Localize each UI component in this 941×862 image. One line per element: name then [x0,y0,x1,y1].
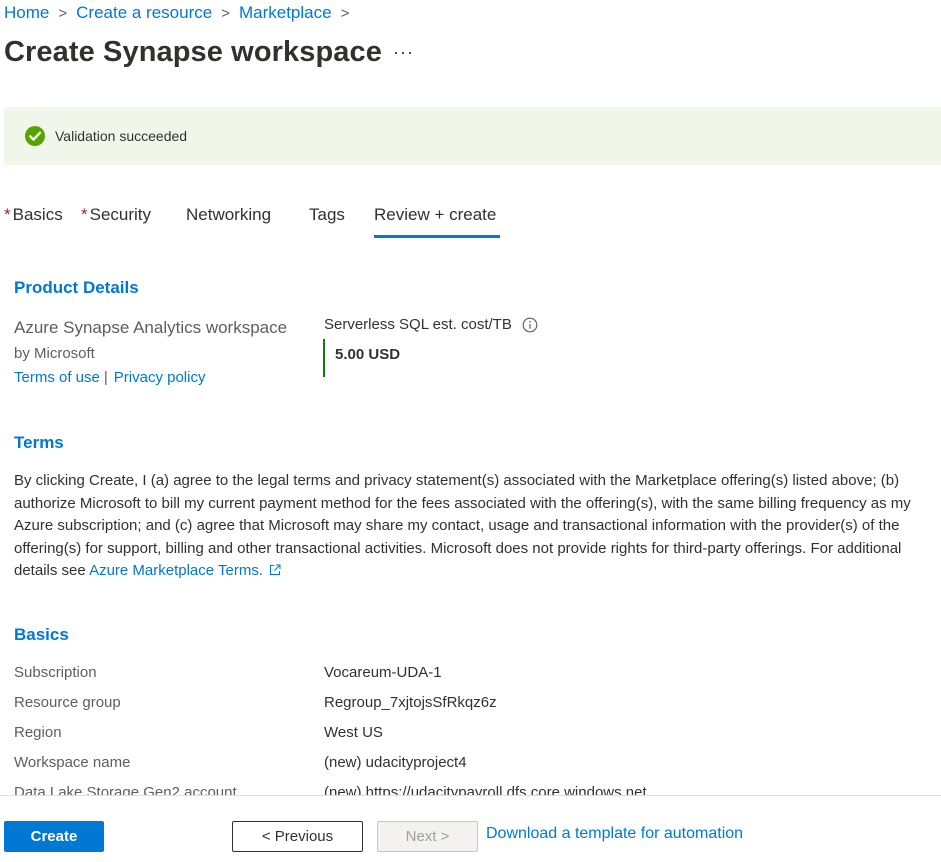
tab-security[interactable]: * Security [81,205,151,225]
tab-basics[interactable]: * Basics [4,205,63,225]
active-tab-indicator [374,235,500,238]
download-template-link[interactable]: Download a template for automation [486,825,743,843]
page-title: Create Synapse workspace [4,36,382,68]
summary-label: Region [14,724,62,741]
tab-label: Networking [186,205,272,224]
cost-accent-bar [323,339,325,377]
validation-banner: Validation succeeded [4,107,941,165]
terms-text: By clicking Create, I (a) agree to the l… [14,470,920,583]
section-title-terms: Terms [14,433,64,452]
summary-value: (new) https://udacitypayroll.dfs.core.wi… [324,784,647,795]
product-publisher: by Microsoft [14,345,95,362]
more-options-button[interactable]: ··· [393,42,414,63]
link-separator: | [103,369,108,386]
cost-label: Serverless SQL est. cost/TB [324,316,538,333]
section-title-product-details: Product Details [14,278,139,297]
summary-label: Data Lake Storage Gen2 account [14,784,237,795]
breadcrumb-create-resource[interactable]: Create a resource [76,3,212,23]
previous-button[interactable]: < Previous [232,821,363,852]
summary-label: Workspace name [14,754,131,771]
product-name: Azure Synapse Analytics workspace [14,318,288,337]
product-links: Terms of use | Privacy policy [14,369,205,386]
breadcrumb-home[interactable]: Home [4,3,49,23]
terms-of-use-link[interactable]: Terms of use [14,369,100,386]
required-marker: * [4,205,11,224]
tab-tags[interactable]: Tags [309,205,345,225]
tab-label: Review + create [374,205,497,224]
breadcrumb-marketplace[interactable]: Marketplace [239,3,332,23]
cost-label-text: Serverless SQL est. cost/TB [324,316,512,333]
summary-value: (new) udacityproject4 [324,754,467,771]
check-circle-icon [25,126,45,146]
required-marker: * [81,205,88,224]
info-icon[interactable] [522,317,538,333]
summary-value: Vocareum-UDA-1 [324,664,442,681]
cost-value: 5.00 USD [335,346,401,363]
chevron-right-icon: > [340,4,350,22]
breadcrumb: Home > Create a resource > Marketplace > [4,3,358,23]
section-title-basics: Basics [14,625,69,644]
validation-message: Validation succeeded [55,128,188,144]
summary-label: Resource group [14,694,121,711]
tab-label: Tags [309,205,345,224]
marketplace-terms-link[interactable]: Azure Marketplace Terms. [89,562,263,579]
basics-summary: Subscription Vocareum-UDA-1 Resource gro… [0,650,941,795]
external-link-icon [270,564,281,576]
summary-label: Subscription [14,664,97,681]
tab-label: Security [89,205,152,224]
summary-value: Regroup_7xjtojsSfRkqz6z [324,694,497,711]
tab-networking[interactable]: Networking [186,205,271,225]
footer-action-bar: Create < Previous Next > Download a temp… [0,795,941,862]
chevron-right-icon: > [221,4,230,22]
privacy-policy-link[interactable]: Privacy policy [114,369,206,386]
tab-label: Basics [12,205,63,224]
next-button: Next > [377,821,478,852]
summary-value: West US [324,724,383,741]
tab-review-create[interactable]: Review + create [374,205,496,225]
create-button[interactable]: Create [4,821,104,852]
chevron-right-icon: > [58,4,68,22]
